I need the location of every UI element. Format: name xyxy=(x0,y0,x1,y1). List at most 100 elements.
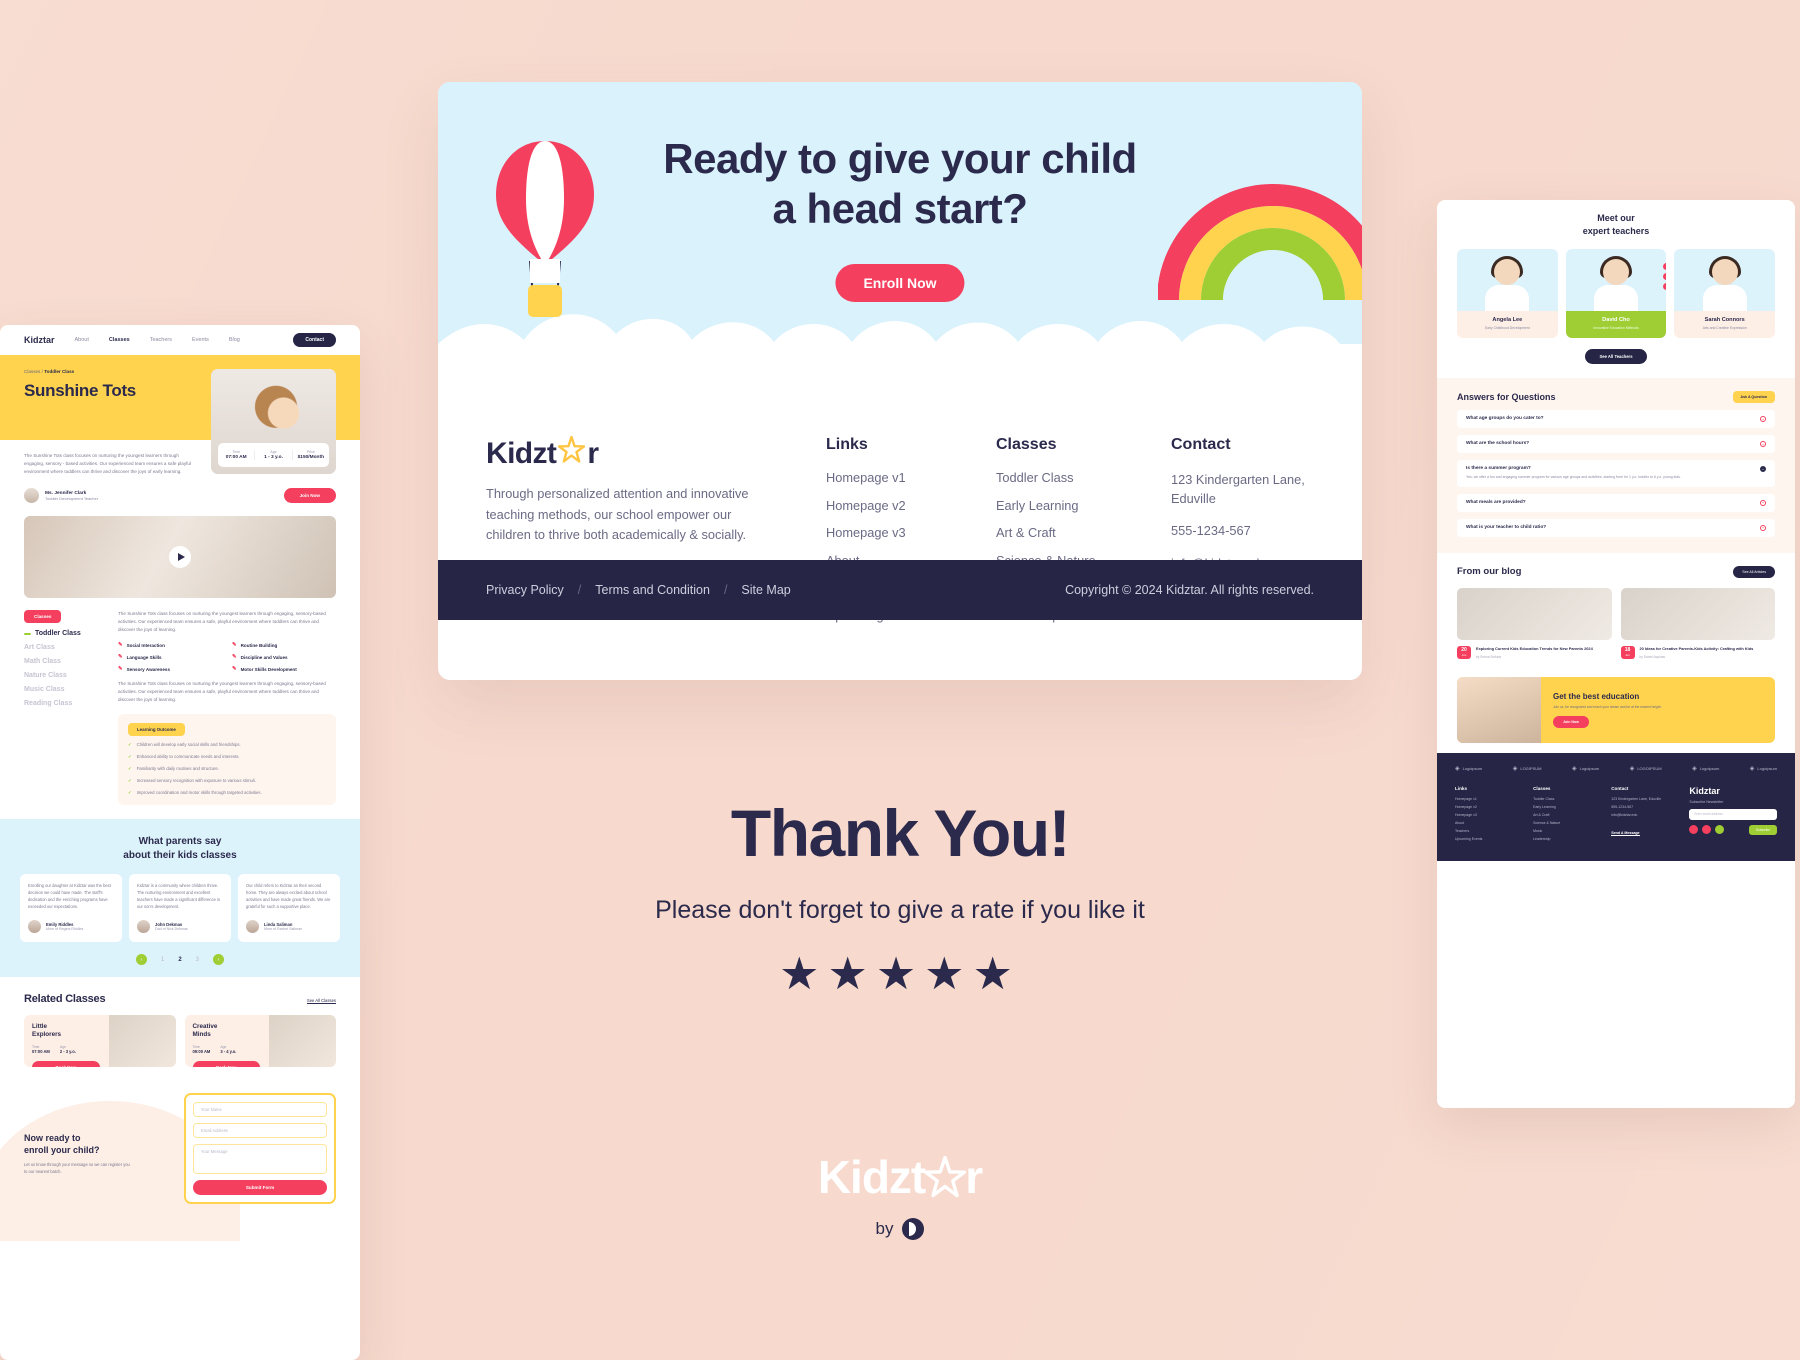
mock-left-nav-teachers[interactable]: Teachers xyxy=(150,337,172,343)
mock-left-contact-button[interactable]: Contact xyxy=(293,333,336,347)
teacher-card[interactable]: Sarah Connors Arts and Creative Expressi… xyxy=(1674,249,1776,339)
faq-item-expanded[interactable]: Is there a summer program? Yes, we offer… xyxy=(1457,460,1775,487)
join-now-button[interactable]: Join Now xyxy=(283,488,336,504)
class-link-early-learning[interactable]: Early Learning xyxy=(996,498,1161,513)
thank-you-subtitle: Please don't forget to give a rate if yo… xyxy=(655,896,1145,924)
mock-left-nav-about[interactable]: About xyxy=(75,337,89,343)
thank-you-section: Thank You! Please don't forget to give a… xyxy=(0,800,1800,996)
cta-join-button[interactable]: Join Now xyxy=(1553,716,1589,729)
link-homepage-v3[interactable]: Homepage v3 xyxy=(826,525,986,540)
blog-post[interactable]: 18 Jun 20 Ideas for Creative Parents-Kid… xyxy=(1620,587,1775,659)
class-item-art[interactable]: Art Class xyxy=(24,644,104,651)
book-now-button[interactable]: Book Now xyxy=(192,1060,261,1068)
teacher-photo xyxy=(1457,249,1558,312)
class-video[interactable] xyxy=(24,516,336,599)
class-item-math[interactable]: Math Class xyxy=(24,658,104,665)
mock-left-hero: Classes / Toddler Class Sunshine Tots Ti… xyxy=(0,355,360,474)
legal-links: Privacy Policy / Terms and Condition / S… xyxy=(486,583,791,597)
teacher-card[interactable]: Angela Lee Early Childhood Development xyxy=(1457,249,1558,339)
classes-heading: Classes xyxy=(996,436,1057,453)
plus-icon[interactable]: + xyxy=(1760,441,1766,448)
class-link-art-craft[interactable]: Art & Craft xyxy=(996,525,1161,540)
footer-links-heading: Links xyxy=(1455,785,1467,791)
faq-item[interactable]: What age groups do you cater to? + xyxy=(1457,410,1775,429)
breadcrumb-parent[interactable]: Classes xyxy=(24,369,40,374)
teachers-title-line2: expert teachers xyxy=(1582,225,1650,236)
teacher-card[interactable]: David Cho Innovative Education Methods xyxy=(1565,249,1667,339)
see-all-teachers-button[interactable]: See All Teachers xyxy=(1585,349,1647,365)
related-name: Little Explorers xyxy=(32,1023,62,1038)
teacher-card-name: David Cho xyxy=(1602,317,1630,324)
plus-icon[interactable]: + xyxy=(1760,524,1766,531)
faq-question: Is there a summer program? xyxy=(1466,466,1531,472)
footer-logo: Kidzt r xyxy=(486,435,816,471)
class-item-nature[interactable]: Nature Class xyxy=(24,672,104,679)
teachers-title: Meet our expert teachers xyxy=(1457,212,1775,237)
main-footer-card: Ready to give your child a head start? E… xyxy=(438,82,1362,680)
related-image xyxy=(269,1015,336,1068)
outcome-item: Familiarity with daily routines and stru… xyxy=(128,766,326,772)
class-detail-main: The Sunshine Tots class focuses on nurtu… xyxy=(118,610,336,806)
plus-icon[interactable]: + xyxy=(1760,499,1766,506)
breadcrumb-current: Toddler Class xyxy=(44,369,75,374)
education-cta-banner: Get the best education Join us, be recog… xyxy=(1457,676,1775,743)
plus-icon[interactable]: + xyxy=(1760,416,1766,423)
faq-section: Answers for Questions Ask A Question Wha… xyxy=(1437,378,1795,553)
terms-and-condition-link[interactable]: Terms and Condition xyxy=(595,583,710,597)
book-now-button[interactable]: Book Now xyxy=(32,1060,100,1068)
partner-logo: Logoipsum xyxy=(1455,765,1483,772)
enroll-now-button[interactable]: Enroll Now xyxy=(835,264,965,302)
faq-question: What meals are provided? xyxy=(1466,499,1526,505)
class-item-music[interactable]: Music Class xyxy=(24,686,104,693)
site-map-link[interactable]: Site Map xyxy=(741,583,790,597)
privacy-policy-link[interactable]: Privacy Policy xyxy=(486,583,564,597)
faq-item[interactable]: What meals are provided? + xyxy=(1457,493,1775,512)
social-dots[interactable] xyxy=(1663,263,1667,291)
blog-post[interactable]: 20 Jun Exploring Current Kids Education … xyxy=(1457,587,1612,659)
blog-post-author: by Emma Surface xyxy=(1476,654,1502,659)
related-card[interactable]: Little Explorers Time 07:00 AM Age 2 - 3 y.… xyxy=(24,1015,176,1068)
footer-logo-text-b: r xyxy=(587,436,599,470)
ask-question-button[interactable]: Ask A Question xyxy=(1732,391,1775,404)
related-time: 07:00 AM xyxy=(32,1048,50,1054)
email-input[interactable]: Email Address xyxy=(193,1123,327,1139)
mock-left-nav-events[interactable]: Events xyxy=(192,337,209,343)
faq-item[interactable]: What are the school hours? + xyxy=(1457,435,1775,454)
hero-title-line2: a head start? xyxy=(772,184,1028,232)
see-all-articles-button[interactable]: See All Articles xyxy=(1733,565,1775,578)
mock-left-nav-classes[interactable]: Classes xyxy=(109,337,130,343)
partner-logo: Logoipsum xyxy=(1692,765,1720,772)
related-card[interactable]: Creative Minds Time 09:00 AM Age 3 - 4 y.o.… xyxy=(184,1015,336,1068)
footer-logo-text-a: Kidzt xyxy=(486,436,557,470)
teacher-photo xyxy=(1674,249,1776,312)
class-detail-columns: Classes Toddler Class Art Class Math Cla… xyxy=(0,598,360,806)
blog-date-badge: 18 Jun xyxy=(1620,645,1635,659)
minus-icon[interactable]: − xyxy=(1760,466,1766,473)
blog-post-author: by Daniel Aquinas xyxy=(1639,654,1666,659)
teacher-card-role: Innovative Education Methods xyxy=(1593,326,1639,331)
legal-separator: / xyxy=(723,583,728,597)
link-homepage-v1[interactable]: Homepage v1 xyxy=(826,470,986,485)
see-all-classes-link[interactable]: See All Classes xyxy=(306,998,336,1005)
class-link-toddler[interactable]: Toddler Class xyxy=(996,470,1161,485)
star-rating[interactable]: ★★★★★ xyxy=(0,951,1800,996)
faq-item[interactable]: What is your teacher to child ratio? + xyxy=(1457,518,1775,537)
related-time: 09:00 AM xyxy=(192,1048,211,1054)
footer-body: Kidzt r Through personalized attention a… xyxy=(438,402,1362,623)
class-item-reading[interactable]: Reading Class xyxy=(24,700,104,707)
play-icon[interactable] xyxy=(169,546,191,569)
outcome-item: Increased sensory recognition with expos… xyxy=(128,778,326,784)
related-cards: Little Explorers Time 07:00 AM Age 2 - 3 y.… xyxy=(24,1015,336,1068)
link-homepage-v2[interactable]: Homepage v2 xyxy=(826,498,986,513)
name-input[interactable]: Your Name xyxy=(193,1102,327,1118)
contact-phone[interactable]: 555-1234-567 xyxy=(1171,521,1314,540)
feature-item: Social Interaction xyxy=(118,642,222,648)
mock-left-nav-blog[interactable]: Blog xyxy=(229,337,240,343)
blog-post-title: 20 Ideas for Creative Parents-Kids Activ… xyxy=(1639,645,1754,651)
meta-time-value: 07:00 AM xyxy=(225,455,247,460)
feature-item: Motor Skills Development xyxy=(232,666,336,672)
legal-separator: / xyxy=(577,583,582,597)
meta-price-value: $150/Month xyxy=(297,455,325,460)
cta-text: Join us, be recognized and reach your dr… xyxy=(1553,704,1662,709)
class-item-toddler[interactable]: Toddler Class xyxy=(24,630,104,637)
